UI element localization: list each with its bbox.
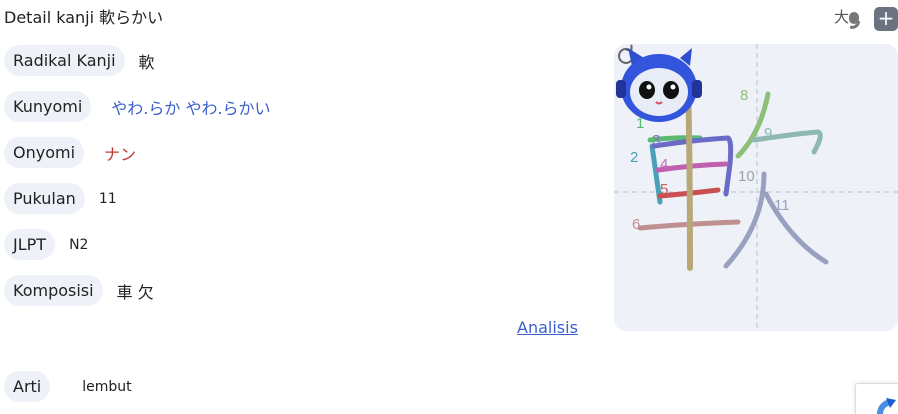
radical-row: Radikal Kanji 軟 <box>4 45 155 76</box>
stroke-number-11: 11 <box>774 197 790 214</box>
stroke-number-6: 6 <box>632 216 640 233</box>
onyomi-value[interactable]: ナン <box>104 141 136 165</box>
composition-row: Komposisi 車 欠 <box>4 275 154 306</box>
meaning-value: lembut <box>82 378 132 395</box>
radical-value: 軟 <box>138 52 155 72</box>
composition-value: 車 欠 <box>116 282 154 302</box>
mascot-robot-icon <box>616 48 702 122</box>
onyomi-label: Onyomi <box>4 137 85 168</box>
composition-label: Komposisi <box>4 275 103 306</box>
stroke-number-9: 9 <box>764 125 772 142</box>
kunyomi-label: Kunyomi <box>4 91 92 122</box>
recaptcha-icon <box>877 398 896 414</box>
stroke-number-3: 3 <box>652 132 660 149</box>
kunyomi-row: Kunyomi やわ.らか やわ.らかい <box>4 91 271 122</box>
strokes-row: Pukulan 11 <box>4 183 117 214</box>
speak-kanji-icon[interactable]: 大 <box>834 6 864 32</box>
strokes-label: Pukulan <box>4 183 85 214</box>
meaning-row: Arti lembut <box>4 371 132 402</box>
radical-label: Radikal Kanji <box>4 45 125 76</box>
jlpt-value: N2 <box>69 236 89 253</box>
strokes-value: 11 <box>98 190 117 207</box>
analysis-link[interactable]: Analisis <box>517 318 578 337</box>
onyomi-row: Onyomi ナン <box>4 137 136 168</box>
stroke-number-4: 4 <box>660 156 668 173</box>
stroke-number-5: 5 <box>660 181 668 198</box>
stroke-2 <box>649 143 663 205</box>
voice-icon-char: 大 <box>834 8 850 26</box>
recaptcha-badge[interactable] <box>855 383 898 414</box>
add-button[interactable]: + <box>874 7 898 31</box>
stroke-number-2: 2 <box>630 149 638 166</box>
stroke-number-10: 10 <box>738 168 755 185</box>
kunyomi-value[interactable]: やわ.らか やわ.らかい <box>111 95 270 119</box>
meaning-label: Arti <box>4 371 51 402</box>
top-toolbar: 大 + <box>834 6 898 32</box>
stroke-order-panel: 1234567891011 <box>614 44 898 331</box>
stroke-number-8: 8 <box>740 87 748 104</box>
jlpt-label: JLPT <box>4 229 56 260</box>
jlpt-row: JLPT N2 <box>4 229 88 260</box>
page-title: Detail kanji 軟らかい <box>4 8 164 27</box>
